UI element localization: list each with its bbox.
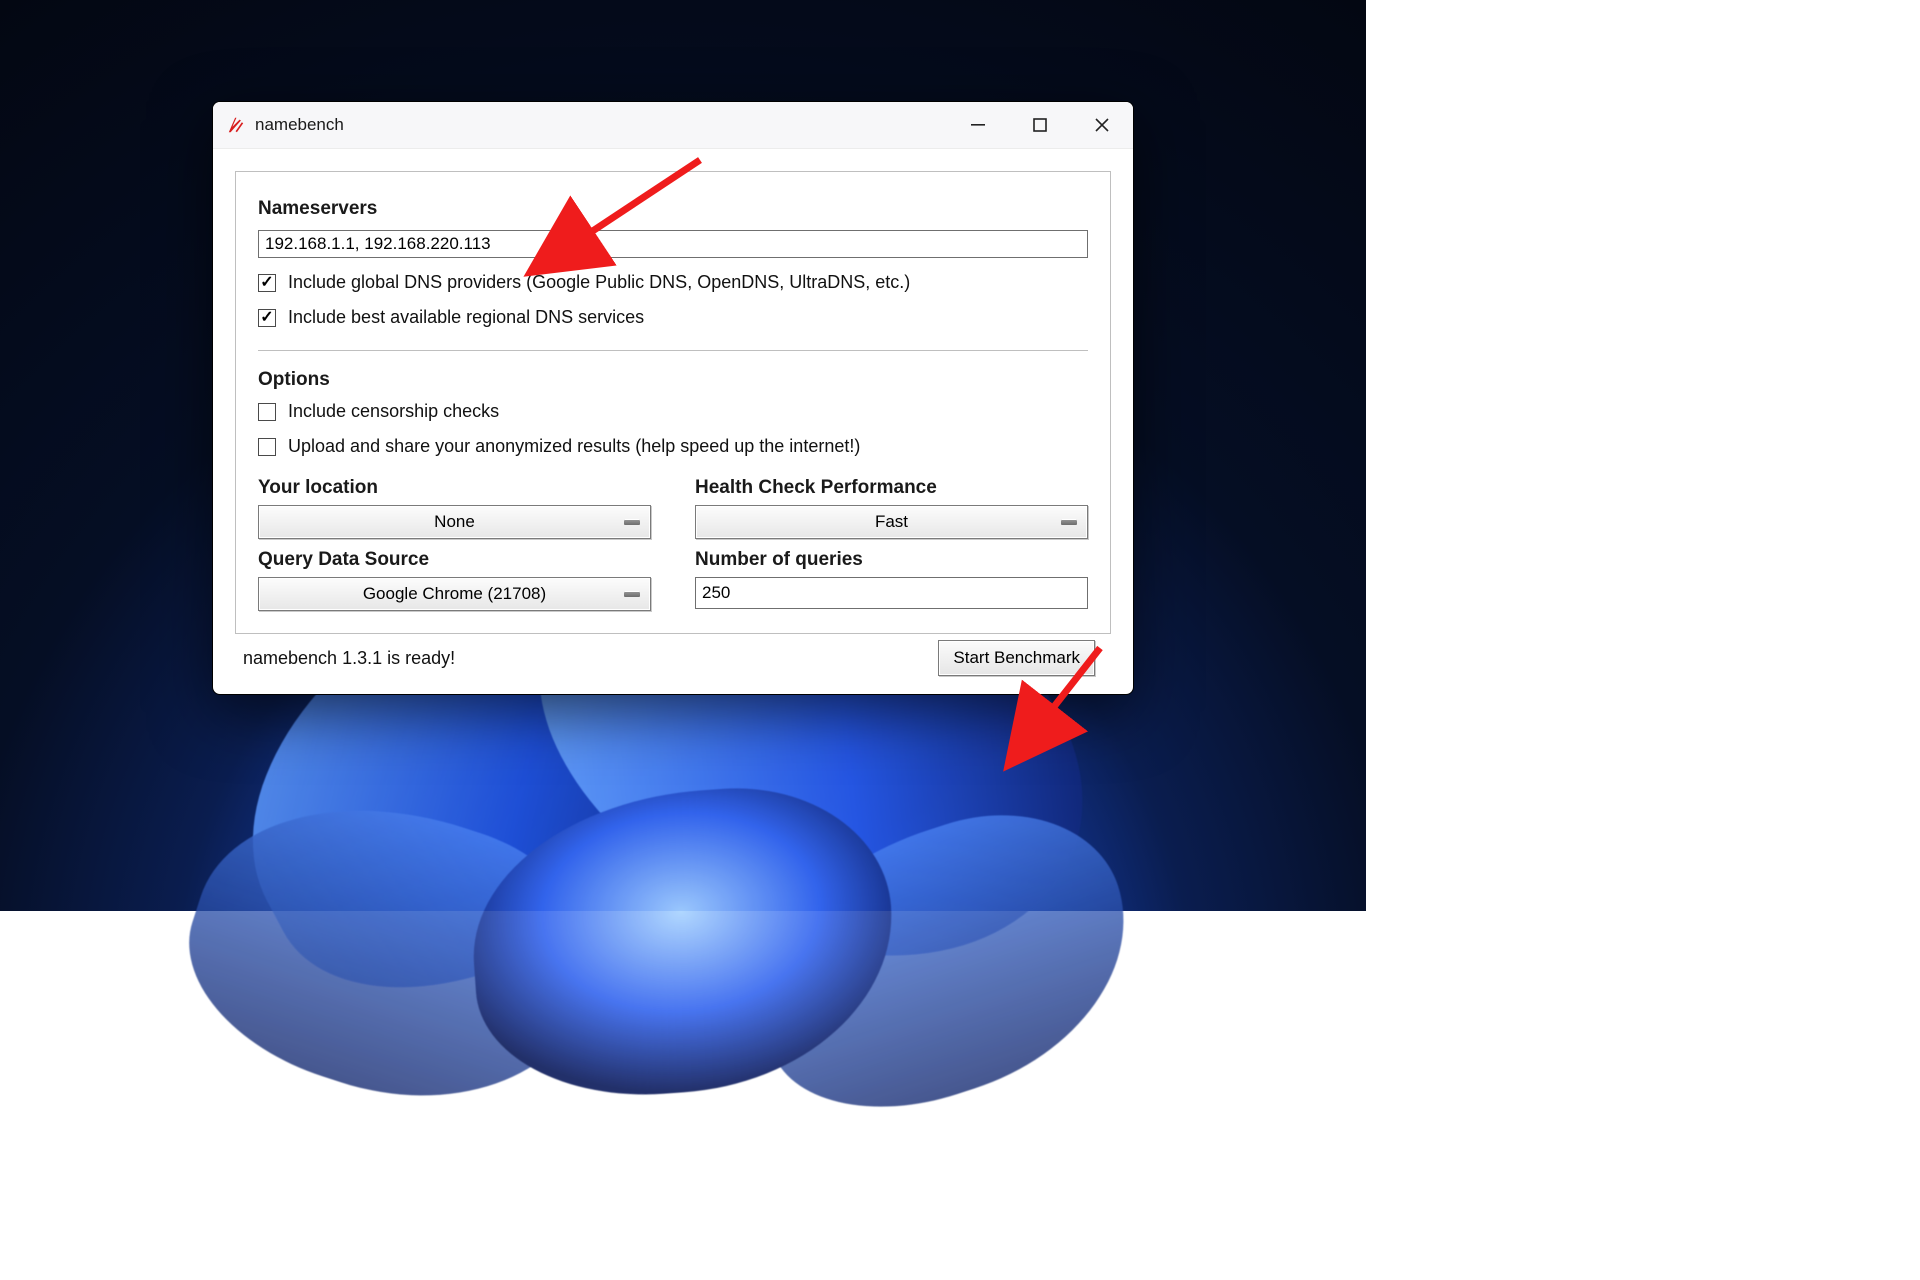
- censorship-checkbox[interactable]: [258, 403, 276, 421]
- include-global-label: Include global DNS providers (Google Pub…: [288, 272, 910, 293]
- section-divider: [258, 350, 1088, 351]
- source-value: Google Chrome (21708): [363, 584, 546, 604]
- dropdown-icon: [1061, 519, 1077, 525]
- health-value: Fast: [875, 512, 908, 532]
- start-benchmark-button[interactable]: Start Benchmark: [938, 640, 1095, 676]
- main-panel: Nameservers Include global DNS providers…: [235, 171, 1111, 634]
- upload-checkbox[interactable]: [258, 438, 276, 456]
- include-regional-checkbox[interactable]: [258, 309, 276, 327]
- queries-label: Number of queries: [695, 549, 1088, 571]
- location-select[interactable]: None: [258, 505, 651, 539]
- dropdown-icon: [624, 519, 640, 525]
- nameservers-input[interactable]: [258, 230, 1088, 258]
- include-global-checkbox[interactable]: [258, 274, 276, 292]
- minimize-button[interactable]: [947, 102, 1009, 148]
- app-window: namebench Nameservers Include gl: [212, 101, 1134, 695]
- source-label: Query Data Source: [258, 549, 651, 571]
- maximize-button[interactable]: [1009, 102, 1071, 148]
- app-icon: [227, 116, 245, 134]
- include-regional-label: Include best available regional DNS serv…: [288, 307, 644, 328]
- status-text: namebench 1.3.1 is ready!: [243, 648, 455, 669]
- close-button[interactable]: [1071, 102, 1133, 148]
- window-title: namebench: [255, 115, 344, 135]
- titlebar[interactable]: namebench: [213, 102, 1133, 149]
- health-label: Health Check Performance: [695, 477, 1088, 499]
- nameservers-heading: Nameservers: [258, 198, 1088, 220]
- desktop-background: namebench Nameservers Include gl: [0, 0, 1366, 911]
- location-value: None: [434, 512, 475, 532]
- source-select[interactable]: Google Chrome (21708): [258, 577, 651, 611]
- options-heading: Options: [258, 369, 1088, 391]
- window-controls: [947, 102, 1133, 148]
- upload-label: Upload and share your anonymized results…: [288, 436, 860, 457]
- censorship-label: Include censorship checks: [288, 401, 499, 422]
- dropdown-icon: [624, 591, 640, 597]
- health-select[interactable]: Fast: [695, 505, 1088, 539]
- location-label: Your location: [258, 477, 651, 499]
- queries-input[interactable]: [695, 577, 1088, 609]
